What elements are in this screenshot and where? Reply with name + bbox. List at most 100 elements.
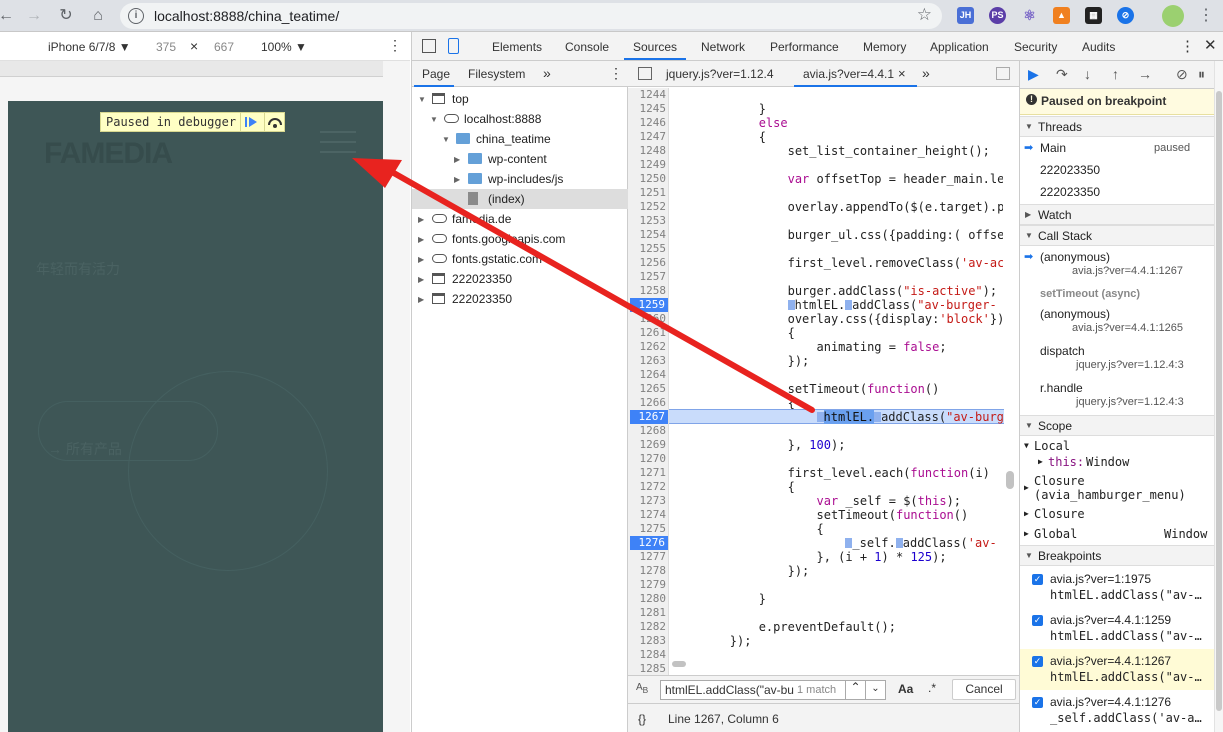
sidebar-scrollbar[interactable] — [1214, 61, 1223, 732]
tree-item[interactable]: ▶ famedia.de — [412, 209, 628, 229]
line-number[interactable]: 1251 — [628, 186, 667, 200]
line-number[interactable]: 1250 — [628, 172, 667, 186]
line-number-gutter[interactable]: 1244 1245 1246 1247 1248 1249 1250 1251 1252 1253… — [628, 88, 669, 715]
step-into-icon[interactable]: ↓ — [1084, 66, 1091, 82]
hamburger-menu-icon[interactable] — [320, 131, 356, 161]
line-number[interactable]: 1282 — [628, 620, 667, 634]
forward-icon[interactable]: → — [24, 6, 44, 26]
replace-toggle-icon[interactable]: AB — [636, 682, 648, 695]
more-options-icon[interactable]: ⋮ — [388, 37, 402, 54]
zoom-select[interactable]: 100% ▼ — [261, 40, 307, 54]
address-bar[interactable]: i localhost:8888/china_teatime/ ☆ — [120, 3, 942, 29]
line-number[interactable]: 1262 — [628, 340, 667, 354]
expand-icon[interactable]: ▶ — [418, 270, 424, 290]
expand-icon[interactable]: ▶ — [1038, 457, 1043, 466]
line-number[interactable]: 1266 — [628, 396, 667, 410]
line-number[interactable]: 1271 — [628, 466, 667, 480]
tab-page[interactable]: Page — [422, 67, 450, 81]
frame-location[interactable]: avia.js?ver=4.4.1:1267 — [1072, 265, 1183, 277]
tab-console[interactable]: Console — [565, 40, 609, 54]
inspect-element-icon[interactable] — [422, 39, 436, 53]
line-number[interactable]: 1255 — [628, 242, 667, 256]
line-number[interactable]: 1261 — [628, 326, 667, 340]
scope-header[interactable]: ▼ Scope — [1020, 415, 1214, 436]
tab-avia-js[interactable]: avia.js?ver=4.4.1 — [803, 67, 894, 81]
avatar[interactable] — [1162, 5, 1184, 27]
qr-code-icon[interactable]: ▦ — [1085, 7, 1102, 24]
breakpoint-item[interactable]: ✓ avia.js?ver=4.4.1:1259 htmlEL.addClass… — [1020, 608, 1214, 649]
resume-icon[interactable]: ▶ — [1028, 66, 1039, 83]
more-editor-tabs-icon[interactable]: » — [922, 65, 930, 81]
extension-blue-icon[interactable]: ⊘ — [1117, 7, 1134, 24]
line-number[interactable]: 1252 — [628, 200, 667, 214]
bookmark-star-icon[interactable]: ☆ — [917, 5, 932, 25]
editor-hscrollbar[interactable] — [672, 661, 686, 667]
tab-memory[interactable]: Memory — [863, 40, 906, 54]
line-number[interactable]: 1283 — [628, 634, 667, 648]
watch-header[interactable]: ▶ Watch — [1020, 204, 1214, 225]
tab-network[interactable]: Network — [701, 40, 745, 54]
resume-icon[interactable] — [240, 113, 260, 131]
expand-icon[interactable]: ▶ — [1024, 529, 1029, 538]
breakpoints-header[interactable]: ▼ Breakpoints — [1020, 545, 1214, 566]
tab-application[interactable]: Application — [930, 40, 989, 54]
expand-icon[interactable]: ▶ — [1024, 483, 1029, 492]
extension-jh-icon[interactable]: JH — [957, 7, 974, 24]
url-text[interactable]: localhost:8888/china_teatime/ — [154, 8, 339, 24]
breakpoint-checkbox[interactable]: ✓ — [1032, 615, 1043, 626]
tree-item[interactable]: ▶ 222023350 — [412, 269, 628, 289]
navigator-menu-icon[interactable]: ⋮ — [609, 65, 623, 82]
collapse-icon[interactable]: ▼ — [430, 110, 438, 130]
page-viewport[interactable]: FAMEDIA 年轻而有活力 → 所有产品 — [8, 101, 383, 732]
line-number[interactable]: 1257 — [628, 270, 667, 284]
tab-elements[interactable]: Elements — [492, 40, 542, 54]
collapse-icon[interactable]: ▼ — [442, 130, 450, 150]
tree-item[interactable]: ▼ china_teatime — [412, 129, 628, 149]
line-number[interactable]: 1277 — [628, 550, 667, 564]
search-input[interactable]: htmlEL.addClass("av-bu 1 match ⌃ ⌄ — [660, 680, 886, 700]
tree-item[interactable]: (index) — [412, 189, 628, 209]
line-number[interactable]: 1279 — [628, 578, 667, 592]
line-number[interactable]: 1270 — [628, 452, 667, 466]
devtools-menu-icon[interactable]: ⋮ — [1180, 37, 1195, 55]
tab-jquery-js[interactable]: jquery.js?ver=1.12.4 — [666, 67, 774, 81]
search-query[interactable]: htmlEL.addClass("av-bu — [665, 683, 794, 697]
line-number[interactable]: 1275 — [628, 522, 667, 536]
line-number[interactable]: 1247 — [628, 130, 667, 144]
line-number[interactable]: 1245 — [628, 102, 667, 116]
search-next-icon[interactable]: ⌄ — [865, 680, 885, 700]
device-toggle-icon[interactable] — [448, 38, 459, 54]
breakpoint-item[interactable]: ✓ avia.js?ver=1:1975 htmlEL.addClass("av… — [1020, 567, 1214, 608]
line-number[interactable]: 1272 — [628, 480, 667, 494]
expand-icon[interactable]: ▶ — [418, 290, 424, 310]
call-frame[interactable]: dispatch jquery.js?ver=1.12.4:3 — [1020, 344, 1214, 378]
call-frame[interactable]: ➡ (anonymous) avia.js?ver=4.4.1:1267 — [1020, 250, 1214, 284]
tab-audits[interactable]: Audits — [1082, 40, 1115, 54]
step-out-icon[interactable]: ↑ — [1112, 66, 1119, 82]
line-number[interactable]: 1253 — [628, 214, 667, 228]
tree-item[interactable]: ▼ top — [412, 89, 628, 109]
collapse-icon[interactable]: ▼ — [418, 90, 426, 110]
breakpoint-line-number[interactable]: 1259 — [630, 298, 668, 312]
line-number[interactable]: 1254 — [628, 228, 667, 242]
expand-icon[interactable]: ▶ — [418, 250, 424, 270]
site-logo[interactable]: FAMEDIA — [44, 137, 173, 171]
line-number[interactable]: 1246 — [628, 116, 667, 130]
threads-header[interactable]: ▼ Threads — [1020, 116, 1214, 137]
line-number[interactable]: 1248 — [628, 144, 667, 158]
tab-performance[interactable]: Performance — [770, 40, 839, 54]
breakpoint-item-active[interactable]: ✓ avia.js?ver=4.4.1:1267 htmlEL.addClass… — [1020, 649, 1214, 690]
tree-item[interactable]: ▶ fonts.googleapis.com — [412, 229, 628, 249]
pause-on-exceptions-icon[interactable]: ⏸ — [1198, 66, 1205, 83]
step-over-icon[interactable] — [264, 113, 284, 131]
regex-button[interactable]: .* — [928, 681, 936, 695]
call-frame[interactable]: (anonymous) avia.js?ver=4.4.1:1265 — [1020, 307, 1214, 341]
expand-icon[interactable]: ▶ — [418, 230, 424, 250]
breakpoint-checkbox[interactable]: ✓ — [1032, 574, 1043, 585]
toggle-navigator-icon[interactable] — [638, 67, 652, 80]
back-icon[interactable]: ← — [0, 6, 16, 26]
line-number[interactable]: 1273 — [628, 494, 667, 508]
step-icon[interactable]: → — [1138, 66, 1152, 82]
line-number[interactable]: 1258 — [628, 284, 667, 298]
close-devtools-icon[interactable]: ✕ — [1204, 36, 1217, 54]
